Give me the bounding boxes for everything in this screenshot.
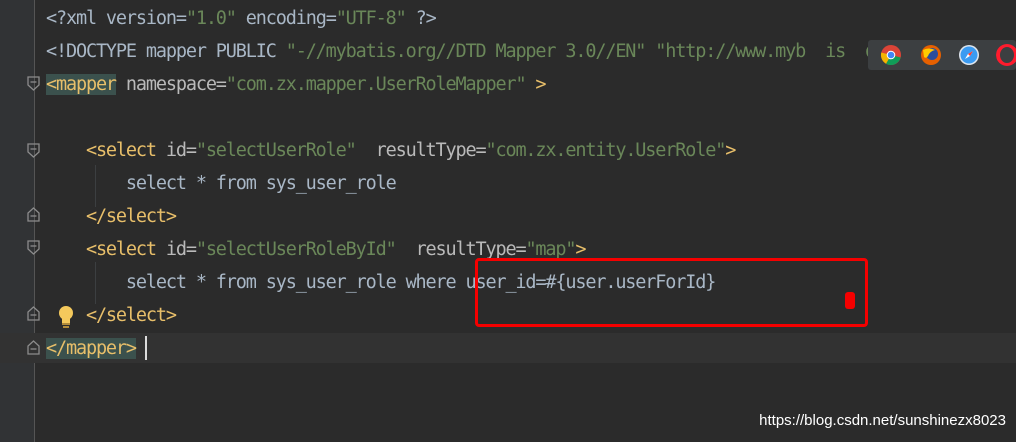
code-token: resultType= [355, 140, 487, 161]
fold-open-icon[interactable] [26, 143, 41, 158]
code-token: "com.zx.entity.UserRole" [485, 140, 726, 161]
fold-close-icon[interactable] [26, 207, 41, 222]
code-token: </mapper> [46, 338, 137, 359]
code-token: "selectUserRoleById" [195, 239, 397, 260]
code-token: </select> [46, 206, 177, 227]
code-line[interactable]: </mapper> [46, 332, 137, 365]
opera-icon[interactable] [996, 44, 1016, 66]
code-token: ?> [405, 8, 437, 29]
current-line-highlight [0, 333, 1016, 363]
fold-close-icon[interactable] [26, 340, 41, 355]
code-token: "http://www.myb [655, 41, 806, 62]
lightbulb-icon[interactable] [57, 305, 75, 329]
fold-open-icon[interactable] [26, 76, 41, 91]
code-token: <select [46, 239, 157, 260]
code-token: namespace= [115, 74, 227, 95]
code-token: <select [46, 140, 157, 161]
code-line[interactable]: <mapper namespace="com.zx.mapper.UserRol… [46, 68, 547, 101]
code-token: > [575, 239, 586, 260]
fold-open-icon[interactable] [26, 240, 41, 255]
code-token: id= [155, 140, 197, 161]
code-token: resultType= [395, 239, 527, 260]
code-line[interactable]: <!DOCTYPE mapper PUBLIC "-//mybatis.org/… [46, 35, 936, 68]
code-line[interactable]: </select> [46, 200, 177, 233]
code-token: id= [155, 239, 197, 260]
safari-icon[interactable] [958, 44, 980, 66]
code-token: "com.zx.mapper.UserRoleMapper" [225, 74, 527, 95]
code-token: select * from sys_user_role [46, 173, 397, 194]
code-line[interactable]: select * from sys_user_role [46, 167, 397, 200]
code-token: "UTF-8" [335, 8, 407, 29]
code-token: > [725, 140, 736, 161]
code-token: <?xml version= [46, 8, 187, 29]
chrome-icon[interactable] [880, 44, 902, 66]
code-token: encoding= [235, 8, 337, 29]
watermark: https://blog.csdn.net/sunshinezx8023 [759, 412, 1006, 429]
code-token: "1.0" [185, 8, 237, 29]
code-token: "selectUserRole" [195, 140, 357, 161]
code-line[interactable]: <?xml version="1.0" encoding="UTF-8" ?> [46, 2, 437, 35]
code-token: "-//mybatis.org//DTD Mapper 3.0//EN" [285, 41, 647, 62]
annotation-marker [845, 292, 855, 309]
text-cursor [145, 336, 147, 360]
code-token: <mapper [46, 74, 117, 95]
code-token: "map" [525, 239, 576, 260]
code-line[interactable]: <select id="selectUserRole" resultType="… [46, 134, 736, 167]
code-token: <!DOCTYPE mapper PUBLIC [46, 41, 286, 62]
firefox-icon[interactable] [920, 44, 942, 66]
fold-close-icon[interactable] [26, 306, 41, 321]
highlight-box [475, 258, 868, 327]
code-token: > [525, 74, 546, 95]
